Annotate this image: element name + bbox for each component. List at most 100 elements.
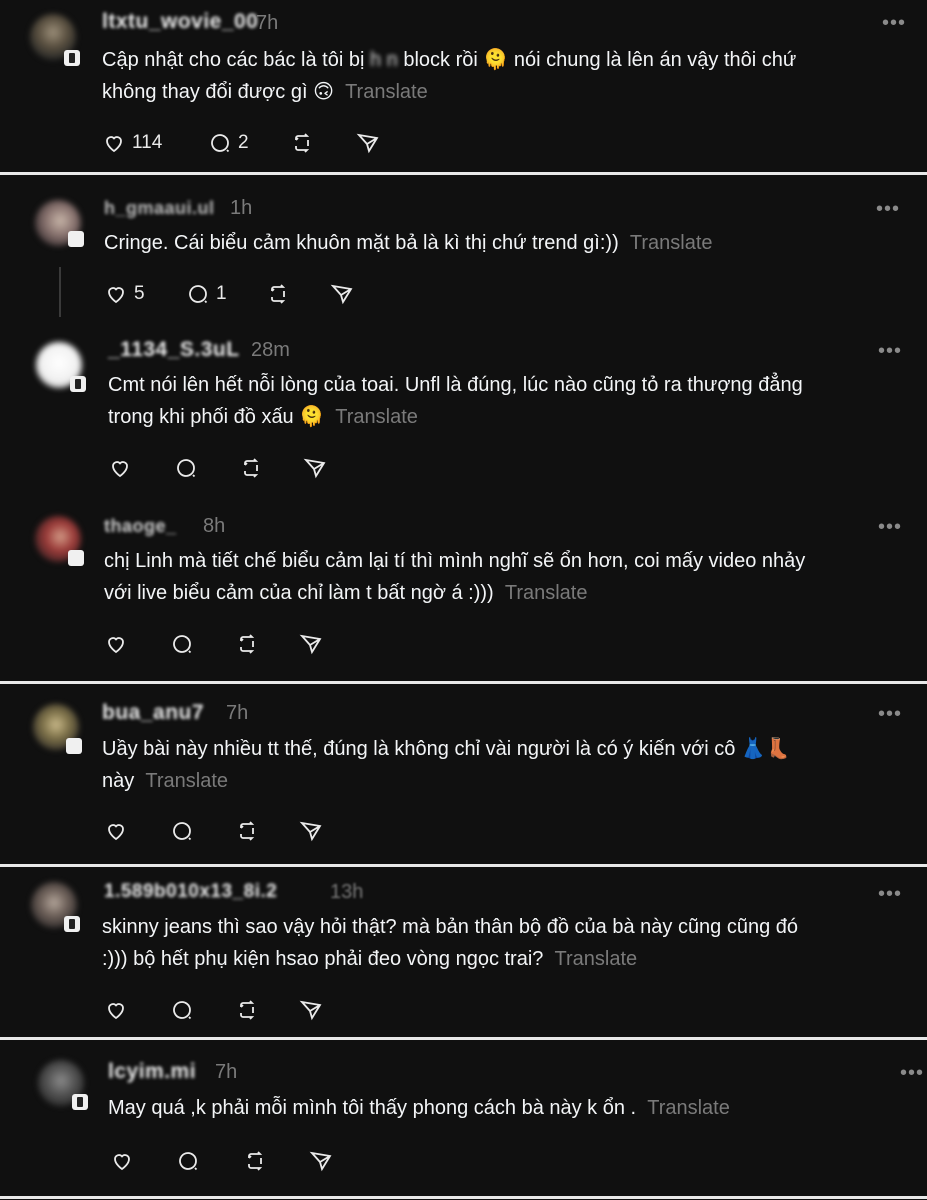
comment-icon — [173, 822, 192, 841]
post-item[interactable]: h_gmaaui.ul 1h ••• Cringe. Cái biểu cảm … — [0, 175, 927, 320]
like-button[interactable] — [104, 629, 128, 659]
post-text: May quá ,k phải mỗi mình tôi thấy phong … — [108, 1092, 908, 1124]
username[interactable]: thaoge_ — [104, 515, 177, 537]
more-icon[interactable]: ••• — [878, 517, 902, 537]
share-button[interactable] — [356, 128, 380, 158]
comment-icon — [189, 285, 208, 304]
post-item[interactable]: ltxtu_wovie_00 7h ••• Cập nhật cho các b… — [0, 0, 927, 172]
username[interactable]: bua_anu7 — [102, 702, 204, 724]
like-button[interactable]: 5 — [104, 279, 145, 309]
post-item[interactable]: _1134_S.3uL 28m ••• Cmt nói lên hết nỗi … — [0, 320, 927, 498]
translate-link[interactable]: Translate — [145, 770, 228, 792]
share-button[interactable] — [299, 629, 323, 659]
share-button[interactable] — [330, 279, 354, 309]
share-button[interactable] — [303, 453, 327, 483]
post-text: Cmt nói lên hết nỗi lòng của toai. Unfl … — [108, 369, 908, 433]
post-actions: 5 1 — [104, 279, 384, 309]
translate-link[interactable]: Translate — [555, 948, 638, 970]
repost-icon — [240, 821, 255, 841]
reply-button[interactable] — [170, 629, 194, 659]
username[interactable]: 1.589b010x13_8i.2 — [104, 881, 277, 903]
repost-button[interactable] — [235, 816, 259, 846]
post-item[interactable]: lcyim.mi 7h ••• May quá ,k phải mỗi mình… — [0, 1040, 927, 1196]
more-icon[interactable]: ••• — [878, 704, 902, 724]
share-button[interactable] — [299, 995, 323, 1025]
translate-link[interactable]: Translate — [630, 232, 713, 254]
heart-icon — [106, 136, 122, 153]
reply-button[interactable]: 2 — [208, 128, 249, 158]
emoji: 🫠 — [299, 406, 325, 428]
translate-link[interactable]: Translate — [505, 582, 588, 604]
repost-button[interactable] — [266, 279, 290, 309]
post-text-part: Cập nhật cho các bác là tôi bị — [102, 49, 370, 71]
more-icon[interactable]: ••• — [876, 199, 900, 219]
username[interactable]: _1134_S.3uL — [108, 339, 240, 361]
post-text-part: không thay đổi được gì — [102, 81, 314, 103]
post-text: Cringe. Cái biểu cảm khuôn mặt bả là kì … — [104, 227, 904, 259]
more-icon[interactable]: ••• — [878, 341, 902, 361]
post-text-part: chị Linh mà tiết chế biểu cảm lại tí thì… — [104, 550, 806, 572]
username[interactable]: lcyim.mi — [108, 1061, 196, 1083]
add-follow-icon[interactable] — [64, 916, 80, 932]
repost-button[interactable] — [235, 629, 259, 659]
share-button[interactable] — [299, 816, 323, 846]
add-follow-icon[interactable] — [68, 550, 84, 566]
post-text: skinny jeans thì sao vậy hỏi thật? mà bả… — [102, 911, 902, 975]
add-follow-icon[interactable] — [66, 738, 82, 754]
heart-icon — [108, 637, 124, 654]
add-follow-icon[interactable] — [64, 50, 80, 66]
post-text-part: May quá ,k phải mỗi mình tôi thấy phong … — [108, 1097, 637, 1119]
share-button[interactable] — [309, 1146, 333, 1176]
post-text-part: Cmt nói lên hết nỗi lòng của toai. Unfl … — [108, 374, 803, 396]
post-time: 8h — [203, 515, 226, 537]
post-text-part: nói chung là lên án vậy thôi chứ — [508, 49, 797, 71]
repost-button[interactable] — [290, 128, 314, 158]
like-button[interactable]: 114 — [102, 128, 162, 158]
like-button[interactable] — [110, 1146, 134, 1176]
emoji: 🫠 — [483, 49, 509, 71]
repost-button[interactable] — [235, 995, 259, 1025]
reply-button[interactable]: 1 — [186, 279, 227, 309]
post-time: 7h — [226, 702, 249, 724]
translate-link[interactable]: Translate — [345, 81, 428, 103]
reply-button[interactable] — [174, 453, 198, 483]
username[interactable]: ltxtu_wovie_00 — [102, 11, 258, 33]
post-text-part: Uầy bài này nhiều tt thế, đúng là không … — [102, 738, 741, 760]
reply-button[interactable] — [170, 995, 194, 1025]
post-item[interactable]: thaoge_ 8h ••• chị Linh mà tiết chế biểu… — [0, 498, 927, 681]
username[interactable]: h_gmaaui.ul — [104, 197, 215, 219]
like-count: 114 — [132, 132, 163, 153]
repost-icon — [248, 1151, 263, 1171]
send-icon — [330, 284, 353, 305]
send-icon — [356, 133, 379, 154]
add-follow-icon[interactable] — [72, 1094, 88, 1110]
post-time: 7h — [256, 12, 279, 34]
emoji: 🙃 — [313, 81, 334, 103]
like-button[interactable] — [104, 816, 128, 846]
redacted-name: h n — [369, 49, 398, 71]
post-item[interactable]: 1.589b010x13_8i.2 13h ••• skinny jeans t… — [0, 867, 927, 1037]
reply-button[interactable] — [170, 816, 194, 846]
more-icon[interactable]: ••• — [878, 884, 902, 904]
post-text: Uầy bài này nhiều tt thế, đúng là không … — [102, 733, 902, 797]
post-time: 7h — [215, 1061, 238, 1083]
repost-icon — [244, 458, 259, 478]
add-follow-icon[interactable] — [68, 231, 84, 247]
like-button[interactable] — [104, 995, 128, 1025]
more-icon[interactable]: ••• — [882, 13, 906, 33]
heart-icon — [112, 461, 128, 478]
translate-link[interactable]: Translate — [647, 1097, 730, 1119]
add-follow-icon[interactable] — [70, 376, 86, 392]
boot-emoji: 👢 — [765, 738, 791, 760]
more-icon[interactable]: ••• — [900, 1063, 924, 1083]
like-button[interactable] — [108, 453, 132, 483]
repost-button[interactable] — [243, 1146, 267, 1176]
post-actions — [110, 1146, 340, 1176]
translate-link[interactable]: Translate — [335, 406, 418, 428]
heart-icon — [114, 1154, 130, 1171]
reply-button[interactable] — [176, 1146, 200, 1176]
comment-icon — [173, 1001, 192, 1020]
post-actions — [108, 453, 338, 483]
repost-button[interactable] — [239, 453, 263, 483]
post-item[interactable]: bua_anu7 7h ••• Uầy bài này nhiều tt thế… — [0, 684, 927, 864]
